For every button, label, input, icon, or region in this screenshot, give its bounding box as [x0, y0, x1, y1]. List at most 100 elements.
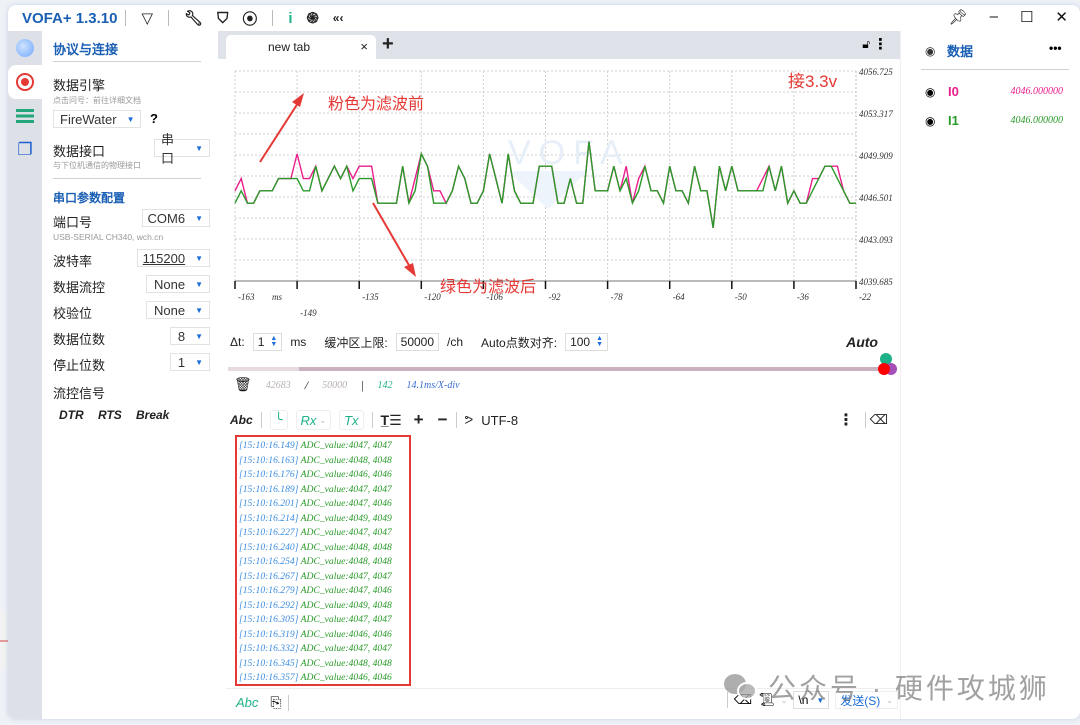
log-line: [15:10:16.345] ADC_value:4048, 4048 — [239, 657, 407, 672]
log-timestamp: [15:10:16.319] — [239, 628, 299, 640]
data-panel: ◉ 数据 ••• ◉ I0 4046.000000 ◉ I1 4046.00000… — [900, 31, 1080, 719]
log-message: ADC_value:4047, 4046 — [298, 498, 392, 509]
channel-value: 4046.000000 — [1010, 86, 1064, 97]
send-input[interactable] — [302, 692, 702, 714]
log-timestamp: [15:10:16.357] — [239, 672, 299, 683]
log-timestamp: [15:10:16.227] — [239, 527, 299, 538]
buffer-stats: 🗑︎ 42683 / 50000 | 142 14.1ms/X-div — [234, 377, 460, 394]
dt-input[interactable]: 1 ▲ ▼ — [252, 333, 283, 351]
eye-icon[interactable]: ◉ — [925, 44, 935, 58]
spinner-icon[interactable]: ▲ ▼ — [596, 335, 603, 348]
eye-icon[interactable]: ◉ — [925, 114, 935, 128]
log-message: ADC_value:4047, 4047 — [298, 570, 392, 582]
dt-label: Δt: — [230, 335, 245, 349]
log-timestamp: [15:10:16.332] — [239, 643, 299, 654]
text-mode-button[interactable]: Abc — [230, 413, 253, 427]
log-message: ADC_value:4048, 4048 — [298, 541, 392, 553]
spinner-icon[interactable]: ▲ ▼ — [270, 335, 277, 348]
log-timestamp: [15:10:16.149] — [239, 440, 299, 451]
zoom-out-button[interactable]: − — [438, 410, 448, 430]
log-timestamp: [15:10:16.163] — [239, 454, 299, 466]
buffer-unit: /ch — [447, 335, 464, 349]
channel-row-i1[interactable]: ◉ I1 4046.000000 — [901, 112, 1080, 132]
log-timestamp: [15:10:16.292] — [239, 599, 299, 611]
log-message: ADC_value:4047, 4047 — [298, 643, 392, 654]
console-more-icon[interactable]: ⋮ — [838, 410, 854, 430]
log-line: [15:10:16.319] ADC_value:4046, 4046 — [239, 628, 407, 643]
zoom-in-button[interactable]: + — [414, 410, 424, 430]
log-line: [15:10:16.189] ADC_value:4047, 4047 — [239, 483, 407, 498]
rx-toggle[interactable]: Rx ⌄ — [295, 410, 332, 430]
log-message: ADC_value:4048, 4048 — [298, 657, 392, 669]
send-text-mode[interactable]: Abc — [232, 693, 262, 713]
arrow-down-line — [372, 202, 411, 268]
timestamp-toggle[interactable]: ╰ — [269, 410, 288, 430]
app-window: VOFA+ 1.3.10 ▽ 🔧︎ ⛉ ⦿ i ֍ «‹ 📌︎ – ☐ ✕ ❐ … — [8, 5, 1080, 719]
log-timestamp: [15:10:16.201] — [239, 498, 299, 509]
log-timestamp: [15:10:16.345] — [239, 657, 299, 669]
slider-knob-left[interactable] — [878, 363, 890, 375]
log-line: [15:10:16.227] ADC_value:4047, 4047 — [239, 526, 407, 541]
align-input[interactable]: 100 ▲ ▼ — [565, 333, 609, 351]
time-per-div: 14.1ms/X-div — [406, 380, 460, 391]
data-panel-more[interactable]: ••• — [1049, 41, 1062, 55]
log-timestamp: [15:10:16.214] — [239, 512, 299, 524]
channel-name: I0 — [948, 84, 959, 99]
arrow-down-head — [404, 263, 416, 277]
channel-row-i0[interactable]: ◉ I0 4046.000000 — [901, 83, 1080, 103]
visible-points: 142 — [377, 380, 393, 391]
slider-range — [299, 367, 896, 371]
log-timestamp: [15:10:16.240] — [239, 541, 299, 553]
log-timestamp: [15:10:16.267] — [239, 570, 299, 582]
log-timestamp: [15:10:16.305] — [239, 614, 299, 625]
console-toolbar: Abc ╰ Rx ⌄ Tx T̲☰ + − ᕗ UTF-8 ⋮ ⌫ — [230, 409, 894, 431]
log-message: ADC_value:4049, 4049 — [298, 512, 392, 524]
log-line: [15:10:16.332] ADC_value:4047, 4047 — [239, 642, 407, 657]
log-line: [15:10:16.163] ADC_value:4048, 4048 — [239, 454, 407, 469]
console-log[interactable]: [15:10:16.149] ADC_value:4047, 4047 [15:1… — [235, 435, 411, 686]
log-line: [15:10:16.357] ADC_value:4046, 4046 — [239, 671, 407, 684]
buffer-count: 42683 — [265, 380, 291, 391]
arrow-up-line — [259, 102, 299, 163]
auto-button[interactable]: Auto — [846, 334, 878, 350]
log-message: ADC_value:4048, 4048 — [298, 454, 392, 466]
wechat-icon — [724, 672, 760, 702]
format-icon[interactable]: T̲☰ — [381, 412, 402, 429]
eraser-icon[interactable]: ⌫ — [870, 412, 888, 428]
dt-unit: ms — [290, 335, 307, 349]
encoding-select[interactable]: UTF-8 — [481, 413, 518, 428]
log-timestamp: [15:10:16.176] — [239, 469, 299, 480]
log-line: [15:10:16.176] ADC_value:4046, 4046 — [239, 468, 407, 483]
log-timestamp: [15:10:16.189] — [239, 483, 299, 495]
log-message: ADC_value:4047, 4047 — [298, 483, 392, 495]
buffer-label: 缓冲区上限: — [324, 335, 388, 350]
trash-icon[interactable]: 🗑︎ — [234, 377, 252, 394]
log-timestamp: [15:10:16.279] — [239, 585, 299, 596]
log-message: ADC_value:4047, 4047 — [298, 614, 392, 625]
log-message: ADC_value:4047, 4047 — [298, 440, 392, 451]
log-message: ADC_value:4046, 4046 — [298, 672, 392, 683]
log-line: [15:10:16.279] ADC_value:4047, 4046 — [239, 584, 407, 599]
eye-icon[interactable]: ◉ — [925, 85, 935, 99]
data-panel-title: 数据 — [947, 44, 974, 59]
log-line: [15:10:16.267] ADC_value:4047, 4047 — [239, 570, 407, 585]
log-line: [15:10:16.149] ADC_value:4047, 4047 — [239, 439, 407, 454]
log-message: ADC_value:4046, 4046 — [298, 469, 392, 480]
watermark: 公众号 · 硬件攻城狮 — [724, 667, 1050, 707]
log-timestamp: [15:10:16.254] — [239, 556, 299, 567]
log-line: [15:10:16.214] ADC_value:4049, 4049 — [239, 512, 407, 527]
log-message: ADC_value:4049, 4048 — [298, 599, 392, 611]
tx-toggle[interactable]: Tx — [339, 410, 364, 430]
graph-icon[interactable]: ᕗ — [465, 413, 474, 427]
log-line: [15:10:16.292] ADC_value:4049, 4048 — [239, 599, 407, 614]
send-file-icon[interactable]: ⎘ — [270, 694, 281, 711]
log-message: ADC_value:4047, 4046 — [298, 585, 392, 596]
log-line: [15:10:16.201] ADC_value:4047, 4046 — [239, 497, 407, 512]
log-line: [15:10:16.305] ADC_value:4047, 4047 — [239, 613, 407, 628]
channel-name: I1 — [948, 113, 959, 128]
history-slider[interactable] — [228, 353, 897, 375]
buffer-input[interactable]: 50000 — [395, 333, 440, 351]
log-message: ADC_value:4047, 4047 — [298, 527, 392, 538]
log-line: [15:10:16.254] ADC_value:4048, 4048 — [239, 555, 407, 570]
log-message: ADC_value:4046, 4046 — [298, 628, 392, 640]
